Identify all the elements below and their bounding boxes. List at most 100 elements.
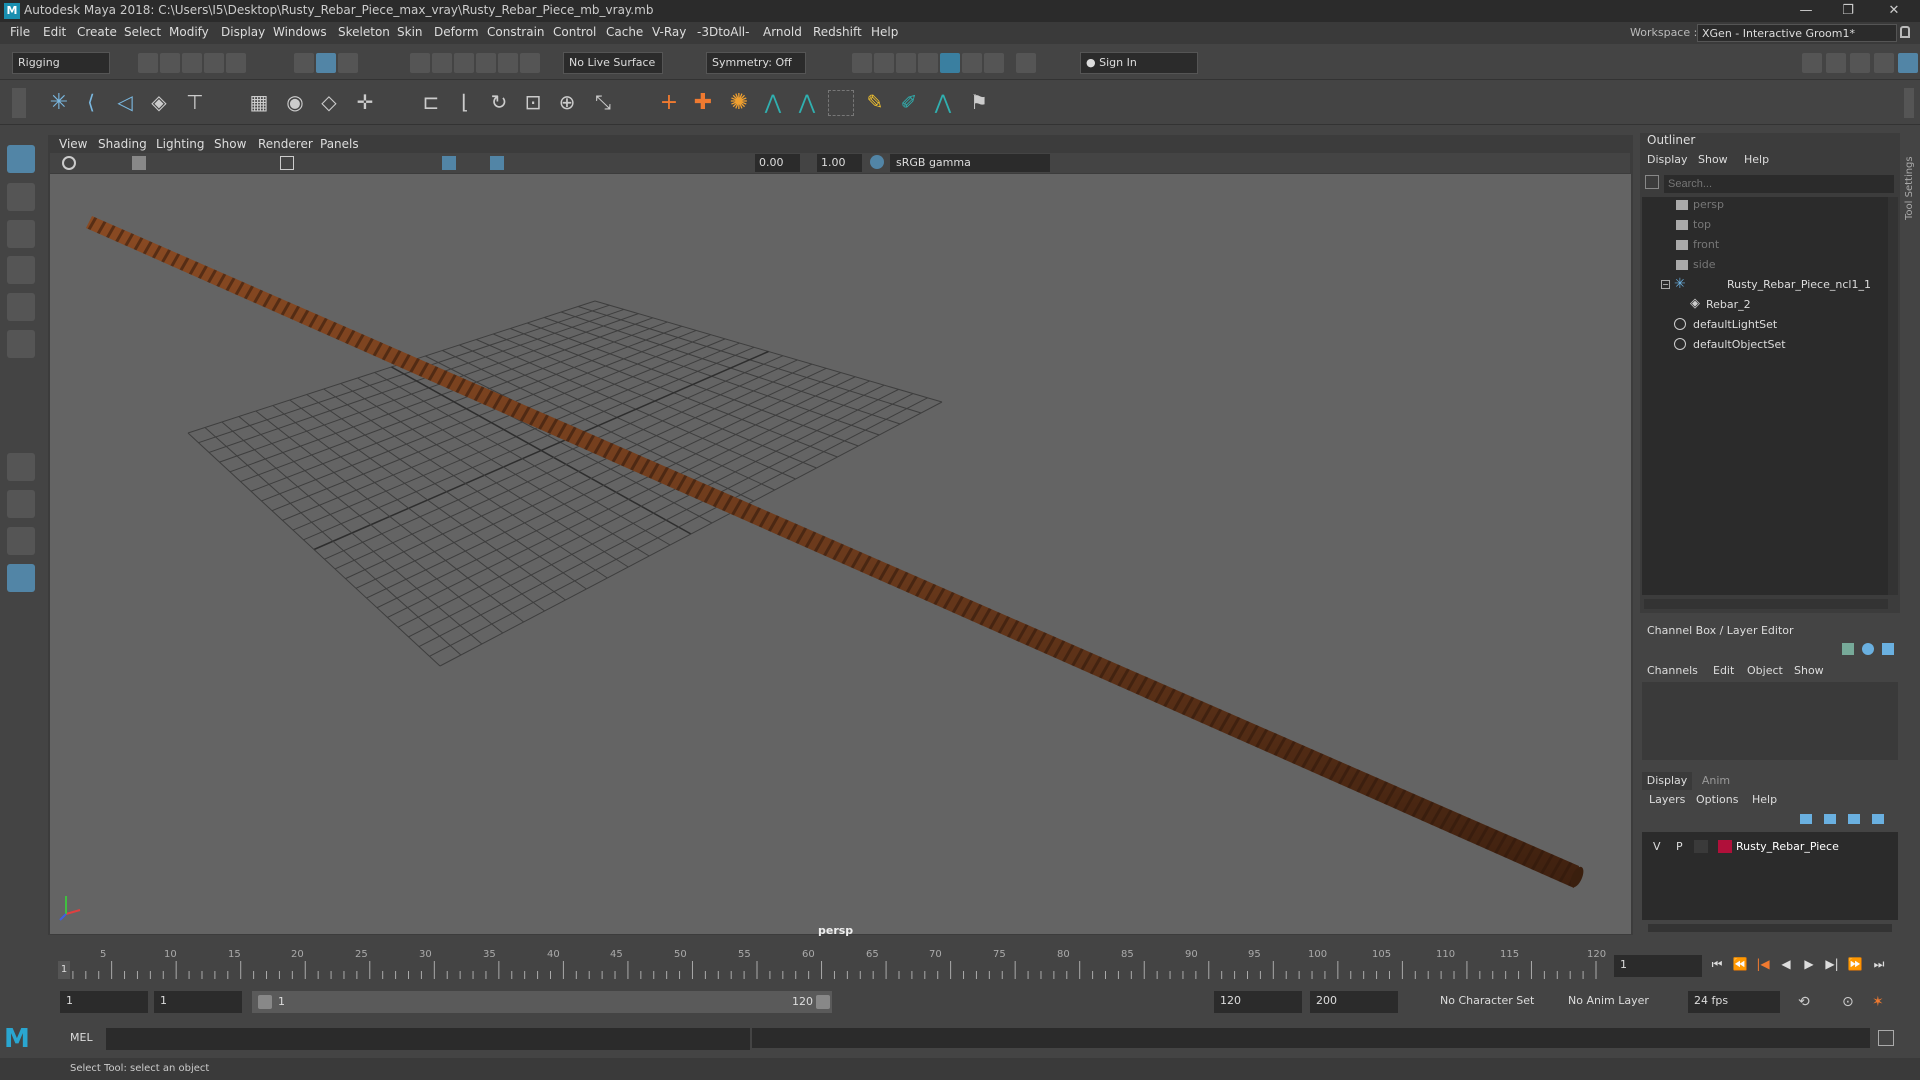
ik-spline-icon[interactable]: ◁ (112, 90, 138, 116)
viewport-canvas[interactable] (50, 174, 1631, 934)
color-management-icon[interactable] (870, 155, 884, 169)
orient-constraint-icon[interactable]: ↻ (486, 90, 512, 116)
two-view-icon[interactable] (7, 527, 35, 555)
menu-cache[interactable]: Cache (606, 25, 643, 39)
menu-skin[interactable]: Skin (397, 25, 423, 39)
cb-menu-edit[interactable]: Edit (1713, 664, 1734, 677)
current-frame-field[interactable]: 1 (1614, 955, 1702, 977)
outliner-item-front[interactable]: front (1693, 238, 1719, 251)
tab-display[interactable]: Display (1642, 772, 1692, 790)
layer-color-swatch[interactable] (1718, 840, 1732, 853)
xgen-icon[interactable]: ⋀ (930, 90, 956, 116)
outliner-item-rebar[interactable]: Rebar_2 (1706, 298, 1751, 311)
snap-point-icon[interactable] (454, 53, 474, 73)
maximize-button[interactable]: ❐ (1828, 0, 1868, 22)
aim-constraint-icon[interactable]: ⊕ (554, 90, 580, 116)
render-sequence-icon[interactable] (962, 53, 982, 73)
le-menu-options[interactable]: Options (1696, 793, 1738, 806)
outliner-hscrollbar[interactable] (1644, 599, 1888, 609)
menu-deform[interactable]: Deform (434, 25, 479, 39)
snap-curve-icon[interactable] (432, 53, 452, 73)
vp-menu-renderer[interactable]: Renderer (258, 137, 313, 151)
select-hierarchy-icon[interactable] (294, 53, 314, 73)
cb-menu-object[interactable]: Object (1747, 664, 1783, 677)
menu-redshift[interactable]: Redshift (813, 25, 862, 39)
modeling-toolkit-icon[interactable] (1802, 53, 1822, 73)
close-button[interactable]: ✕ (1874, 0, 1914, 22)
menu-help[interactable]: Help (871, 25, 898, 39)
tool-settings-icon[interactable] (1850, 53, 1870, 73)
menu-skeleton[interactable]: Skeleton (338, 25, 390, 39)
outliner-item-lightset[interactable]: defaultLightSet (1693, 318, 1777, 331)
move-layer-up-icon[interactable] (1800, 814, 1812, 824)
mirror-joint-icon[interactable]: ⊤ (182, 90, 208, 116)
fps-dropdown[interactable]: 24 fps (1688, 991, 1780, 1013)
menu-windows[interactable]: Windows (273, 25, 327, 39)
pin-icon[interactable]: ⚑ (966, 90, 992, 116)
play-backward-icon[interactable]: ◀ (1777, 955, 1795, 973)
step-forward-key-icon[interactable]: ⏩ (1846, 955, 1864, 973)
scale-tool-icon[interactable] (7, 330, 35, 358)
move-tool-icon[interactable] (7, 256, 35, 284)
bind-skin-icon[interactable]: ▦ (246, 90, 272, 116)
animation-start-field[interactable]: 1 (60, 991, 148, 1013)
hypershade-icon[interactable] (940, 53, 960, 73)
pause-icon[interactable] (1016, 53, 1036, 73)
go-to-start-icon[interactable]: ⏮ (1708, 955, 1726, 973)
color-space-dropdown[interactable]: sRGB gamma (890, 154, 1050, 172)
brush-icon[interactable]: ✐ (896, 90, 922, 116)
loop-icon[interactable]: ⟲ (1798, 994, 1816, 1010)
workspace-dropdown[interactable]: XGen - Interactive Groom1* (1697, 24, 1897, 42)
menu-control[interactable]: Control (553, 25, 596, 39)
cb-menu-channels[interactable]: Channels (1647, 664, 1698, 677)
single-view-icon[interactable] (7, 453, 35, 481)
lock-icon[interactable] (1900, 26, 1910, 38)
point-constraint-icon[interactable]: ⌊ (452, 90, 478, 116)
ipr-render-icon[interactable] (896, 53, 916, 73)
outliner-search-input[interactable] (1664, 175, 1894, 193)
layer-icon[interactable] (1862, 643, 1874, 655)
lattice-icon[interactable]: ◇ (316, 90, 342, 116)
go-to-end-icon[interactable]: ⏭ (1870, 955, 1888, 973)
le-menu-layers[interactable]: Layers (1649, 793, 1685, 806)
undo-icon[interactable] (204, 53, 224, 73)
layer-visibility-toggle[interactable]: V (1653, 840, 1661, 853)
render-icon[interactable] (874, 53, 894, 73)
menu-select[interactable]: Select (124, 25, 161, 39)
current-time-indicator[interactable]: 1 (58, 961, 70, 979)
cluster-icon[interactable]: ✛ (352, 90, 378, 116)
menu-modify[interactable]: Modify (169, 25, 209, 39)
camera-attributes-icon[interactable] (62, 156, 76, 170)
bookmark-icon[interactable] (132, 156, 146, 170)
vp-menu-lighting[interactable]: Lighting (156, 137, 205, 151)
exposure-field[interactable]: 0.00 (755, 154, 800, 172)
menu-constrain[interactable]: Constrain (487, 25, 545, 39)
parent-constraint-icon[interactable]: ⊏ (418, 90, 444, 116)
menu-arnold[interactable]: Arnold (763, 25, 802, 39)
outliner-item-persp[interactable]: persp (1693, 198, 1724, 211)
range-slider-start-handle[interactable] (258, 995, 272, 1009)
select-object-icon[interactable] (316, 53, 336, 73)
locator-icon[interactable]: + (656, 90, 682, 116)
shelf-scroll[interactable] (1904, 88, 1914, 118)
collapse-icon[interactable]: − (1661, 280, 1670, 289)
expand-icon[interactable] (1882, 643, 1894, 655)
vp-menu-show[interactable]: Show (214, 137, 246, 151)
paint-weights-icon[interactable]: ◉ (282, 90, 308, 116)
sign-in-dropdown[interactable]: ● Sign In (1080, 52, 1198, 74)
new-scene-icon[interactable] (138, 53, 158, 73)
rebar-object[interactable] (86, 216, 1586, 889)
empty-shelf-slot-icon[interactable] (828, 90, 854, 116)
outliner-item-group[interactable]: Rusty_Rebar_Piece_ncl1_1 (1727, 278, 1871, 291)
shelf-options-icon[interactable] (12, 88, 26, 118)
layer-name[interactable]: Rusty_Rebar_Piece (1736, 840, 1839, 853)
joint-locator-icon[interactable]: ✚ (690, 90, 716, 116)
animation-preferences-icon[interactable]: ✶ (1872, 994, 1890, 1010)
layer-hscrollbar[interactable] (1648, 924, 1892, 932)
minimize-button[interactable]: — (1786, 0, 1826, 22)
paint-select-tool-icon[interactable] (7, 220, 35, 248)
character-set-dropdown[interactable]: No Character Set (1434, 991, 1544, 1013)
cb-menu-show[interactable]: Show (1794, 664, 1824, 677)
auto-key-icon[interactable]: ⊙ (1842, 994, 1860, 1010)
menu-create[interactable]: Create (77, 25, 117, 39)
